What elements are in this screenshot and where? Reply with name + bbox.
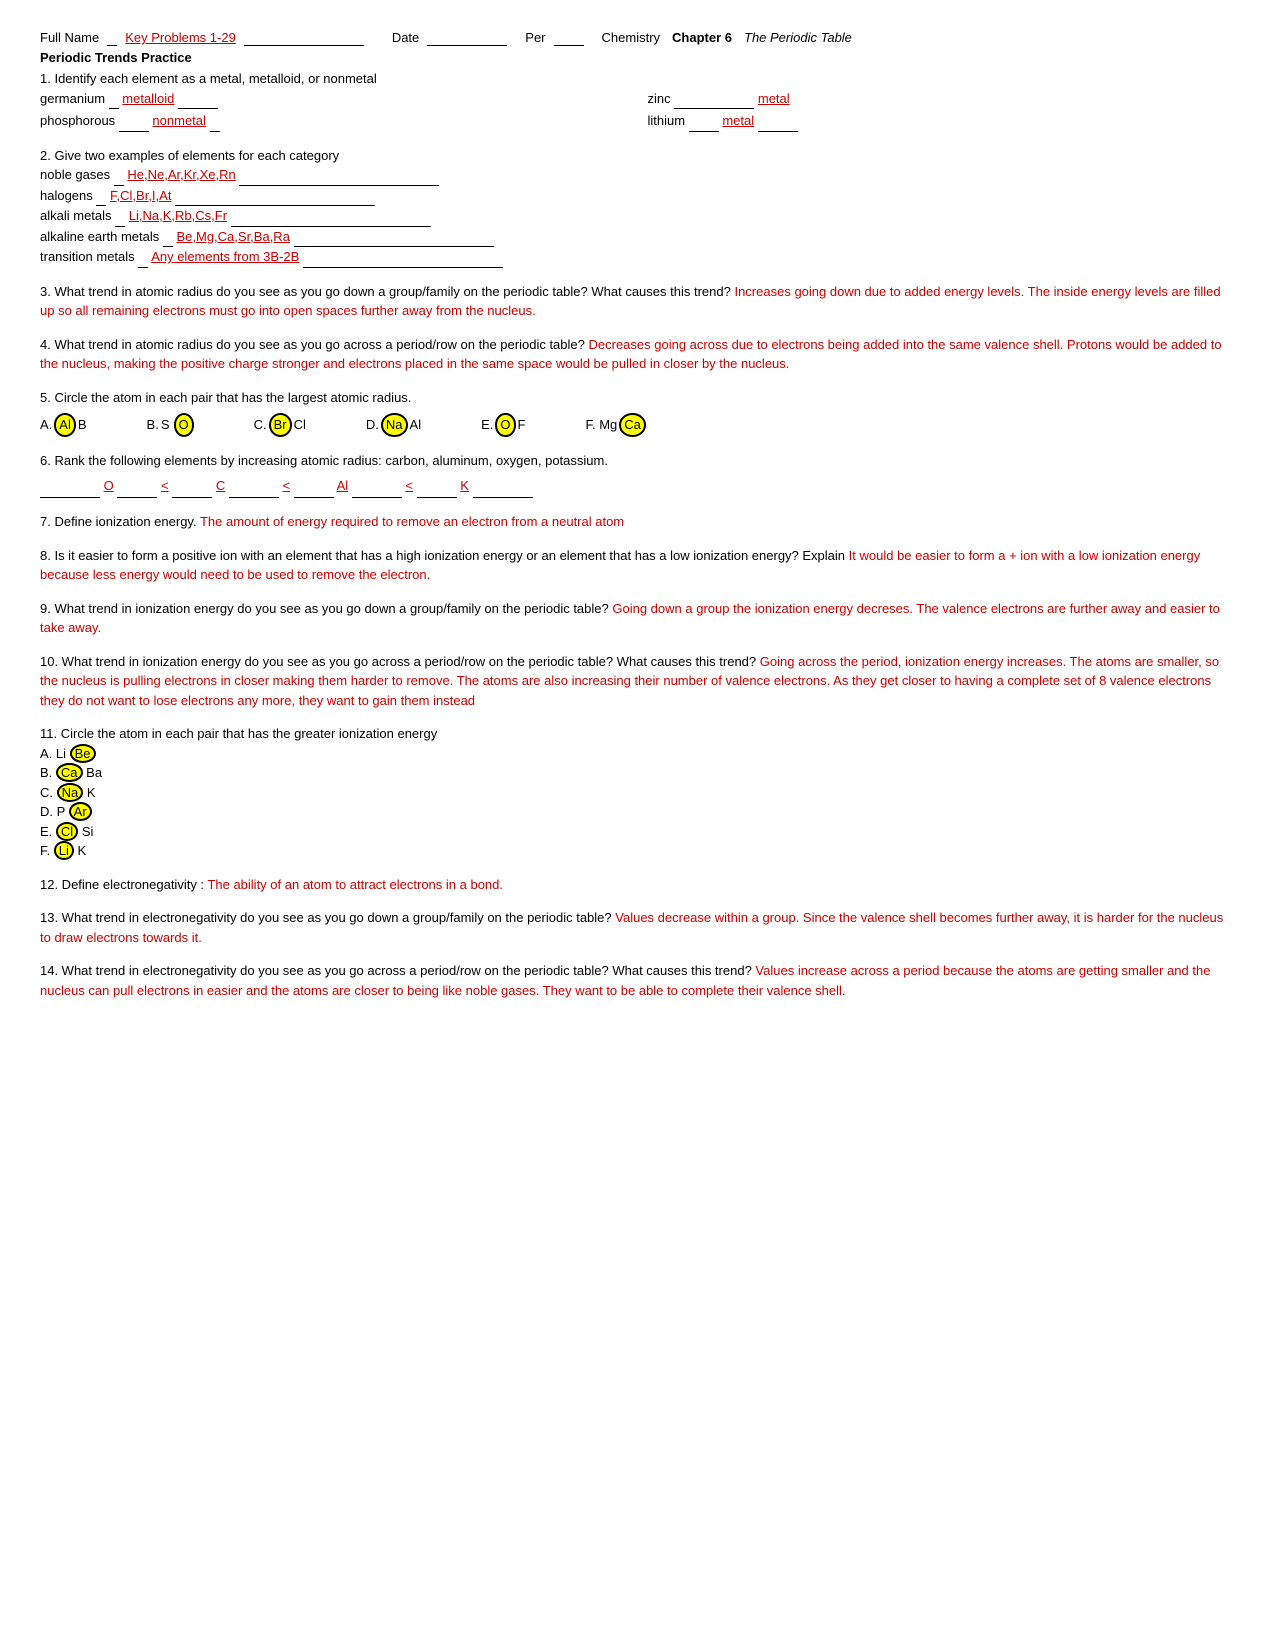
question-7: 7. Define ionization energy. The amount … bbox=[40, 512, 1235, 532]
q1-germanium: germanium metalloid bbox=[40, 89, 628, 110]
q5-pair-b: B. S O bbox=[147, 413, 194, 437]
q5-d-circled: Na bbox=[381, 413, 408, 437]
q2-noble: noble gases He,Ne,Ar,Kr,Xe,Rn bbox=[40, 165, 1235, 186]
q11-c-circled: Na bbox=[57, 783, 84, 802]
q12-text: 12. Define electronegativity : bbox=[40, 877, 204, 892]
q5-pair-a: A. Al B bbox=[40, 413, 87, 437]
q11-b-circled: Ca bbox=[56, 763, 83, 782]
q11-pair-a: A. Li Be bbox=[40, 744, 1235, 764]
q11-pair-f: F. Li K bbox=[40, 841, 1235, 861]
q4-text: 4. What trend in atomic radius do you se… bbox=[40, 337, 585, 352]
date-label: Date bbox=[392, 30, 419, 45]
q3-text: 3. What trend in atomic radius do you se… bbox=[40, 284, 731, 299]
q2-alkali: alkali metals Li,Na,K,Rb,Cs,Fr bbox=[40, 206, 1235, 227]
q5-text: 5. Circle the atom in each pair that has… bbox=[40, 388, 1235, 408]
q1-text: 1. Identify each element as a metal, met… bbox=[40, 69, 1235, 89]
q11-pair-d: D. P Ar bbox=[40, 802, 1235, 822]
question-1: 1. Identify each element as a metal, met… bbox=[40, 69, 1235, 132]
q5-b-circled: O bbox=[174, 413, 194, 437]
q2-alkaline: alkaline earth metals Be,Mg,Ca,Sr,Ba,Ra bbox=[40, 227, 1235, 248]
name-value: Key Problems 1-29 bbox=[125, 30, 236, 45]
q1-answers: germanium metalloid zinc metal phosphoro… bbox=[40, 89, 1235, 132]
header: Full Name Key Problems 1-29 Date Per Che… bbox=[40, 30, 1235, 46]
q9-text: 9. What trend in ionization energy do yo… bbox=[40, 601, 609, 616]
q5-pair-f: F. Mg Ca bbox=[585, 413, 645, 437]
q12-answer: The ability of an atom to attract electr… bbox=[207, 877, 503, 892]
q5-pair-d: D. Na Al bbox=[366, 413, 421, 437]
q11-text: 11. Circle the atom in each pair that ha… bbox=[40, 724, 1235, 744]
q7-text: 7. Define ionization energy. bbox=[40, 514, 197, 529]
q2-transition: transition metals Any elements from 3B-2… bbox=[40, 247, 1235, 268]
question-10: 10. What trend in ionization energy do y… bbox=[40, 652, 1235, 711]
question-4: 4. What trend in atomic radius do you se… bbox=[40, 335, 1235, 374]
question-2: 2. Give two examples of elements for eac… bbox=[40, 146, 1235, 268]
q7-answer: The amount of energy required to remove … bbox=[200, 514, 624, 529]
q2-halogens: halogens F,Cl,Br,I,At bbox=[40, 186, 1235, 207]
q13-text: 13. What trend in electronegativity do y… bbox=[40, 910, 612, 925]
course-label: Chemistry bbox=[602, 30, 661, 45]
q6-ranking: O < C < Al < K bbox=[40, 474, 1235, 498]
q5-a-circled: Al bbox=[54, 413, 76, 437]
q11-pair-c: C. Na K bbox=[40, 783, 1235, 803]
question-11: 11. Circle the atom in each pair that ha… bbox=[40, 724, 1235, 861]
q1-zinc: zinc metal bbox=[648, 89, 1236, 110]
q11-e-circled: Cl bbox=[56, 822, 78, 841]
q11-f-circled: Li bbox=[54, 841, 74, 860]
chapter-title: The Periodic Table bbox=[744, 30, 852, 45]
question-9: 9. What trend in ionization energy do yo… bbox=[40, 599, 1235, 638]
q11-pair-b: B. Ca Ba bbox=[40, 763, 1235, 783]
q8-text: 8. Is it easier to form a positive ion w… bbox=[40, 548, 845, 563]
q5-pair-c: C. Br Cl bbox=[254, 413, 306, 437]
question-12: 12. Define electronegativity : The abili… bbox=[40, 875, 1235, 895]
q11-d-circled: Ar bbox=[69, 802, 92, 821]
name-underline bbox=[107, 30, 117, 46]
section-title: Periodic Trends Practice bbox=[40, 50, 1235, 65]
q5-e-circled: O bbox=[495, 413, 515, 437]
q10-text: 10. What trend in ionization energy do y… bbox=[40, 654, 756, 669]
question-14: 14. What trend in electronegativity do y… bbox=[40, 961, 1235, 1000]
question-6: 6. Rank the following elements by increa… bbox=[40, 451, 1235, 499]
q5-pairs: A. Al B B. S O C. Br Cl D. Na Al E. O F bbox=[40, 413, 1235, 437]
q5-f-circled: Ca bbox=[619, 413, 646, 437]
question-8: 8. Is it easier to form a positive ion w… bbox=[40, 546, 1235, 585]
full-name-label: Full Name bbox=[40, 30, 99, 45]
question-13: 13. What trend in electronegativity do y… bbox=[40, 908, 1235, 947]
per-label: Per bbox=[525, 30, 545, 45]
q11-pair-e: E. Cl Si bbox=[40, 822, 1235, 842]
q5-pair-e: E. O F bbox=[481, 413, 525, 437]
q14-text: 14. What trend in electronegativity do y… bbox=[40, 963, 752, 978]
q5-c-circled: Br bbox=[269, 413, 292, 437]
q1-lithium: lithium metal bbox=[648, 111, 1236, 132]
q11-a-circled: Be bbox=[70, 744, 96, 763]
chapter-label: Chapter 6 bbox=[672, 30, 732, 45]
q6-text: 6. Rank the following elements by increa… bbox=[40, 451, 1235, 471]
q2-text: 2. Give two examples of elements for eac… bbox=[40, 146, 1235, 166]
q1-phosphorous: phosphorous nonmetal bbox=[40, 111, 628, 132]
question-5: 5. Circle the atom in each pair that has… bbox=[40, 388, 1235, 437]
question-3: 3. What trend in atomic radius do you se… bbox=[40, 282, 1235, 321]
name-after-underline bbox=[244, 30, 364, 46]
